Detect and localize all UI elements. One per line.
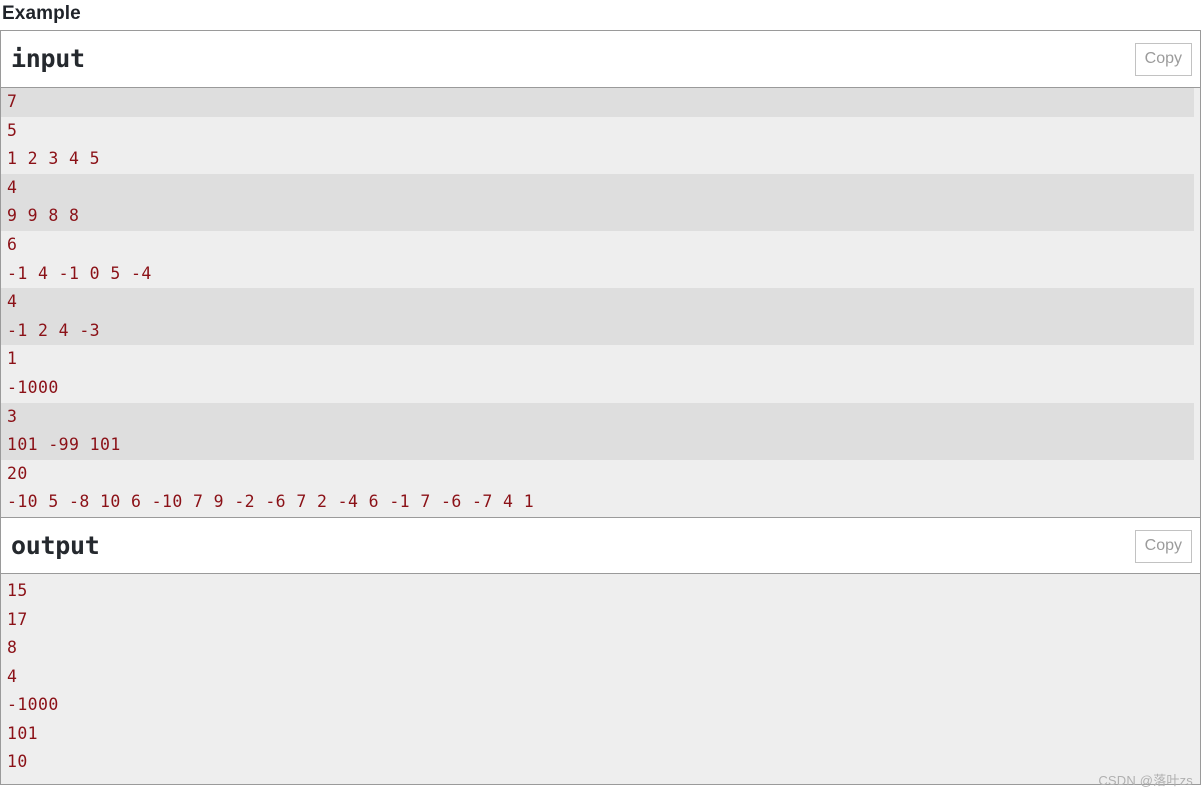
code-line: 10 — [7, 752, 28, 772]
code-line: 101 -99 101 — [1, 431, 1194, 460]
code-line: 8 — [7, 638, 18, 658]
code-line: 1 — [7, 349, 18, 369]
code-line: 6 — [7, 234, 18, 254]
code-line: 4 — [7, 666, 18, 686]
code-line: 1 2 3 4 5 — [7, 149, 101, 169]
input-content: 751 2 3 4 549 9 8 8 6 -1 4 -1 0 5 -4 4 -1 2 … — [1, 88, 1200, 517]
code-line: 20 — [7, 463, 28, 483]
code-line: 3 — [1, 402, 1194, 432]
output-header: output Copy — [1, 516, 1200, 574]
code-line: -1000 — [7, 695, 59, 715]
copy-output-button[interactable]: Copy — [1134, 529, 1192, 563]
input-title: input — [11, 44, 85, 73]
output-content: 15 17 8 4 -1000 101 10 — [1, 573, 1200, 785]
code-line: 101 — [7, 723, 39, 743]
code-line: 15 — [7, 580, 28, 600]
code-line: 4 — [1, 288, 1194, 317]
code-line: -1000 — [7, 377, 59, 397]
code-line: -1 2 4 -3 — [1, 316, 1194, 346]
input-lines: 751 2 3 4 549 9 8 8 6 -1 4 -1 0 5 -4 4 -1 2 … — [1, 88, 1200, 517]
code-line: 5 — [7, 120, 18, 140]
copy-input-button[interactable]: Copy — [1134, 43, 1192, 76]
code-line: 4 — [1, 173, 1194, 203]
watermark: CSDN @落叶zs — [1098, 773, 1193, 788]
page-title: Example — [2, 3, 81, 24]
code-line: 9 9 8 8 — [1, 202, 1194, 231]
code-line: -1 4 -1 0 5 -4 — [7, 263, 152, 283]
code-line: 7 — [1, 88, 1194, 117]
output-lines: 15 17 8 4 -1000 101 10 — [1, 577, 1200, 777]
code-line: -10 5 -8 10 6 -10 7 9 -2 -6 7 2 -4 6 -1 … — [7, 492, 535, 512]
sample-test-container: input Copy 751 2 3 4 549 9 8 8 6 -1 4 -1 0… — [0, 30, 1201, 786]
code-line: 17 — [7, 609, 28, 629]
output-title: output — [11, 530, 100, 560]
input-header: input Copy — [1, 31, 1200, 88]
example-section: Example input Copy 751 2 3 4 549 9 8 86-… — [0, 0, 1201, 788]
